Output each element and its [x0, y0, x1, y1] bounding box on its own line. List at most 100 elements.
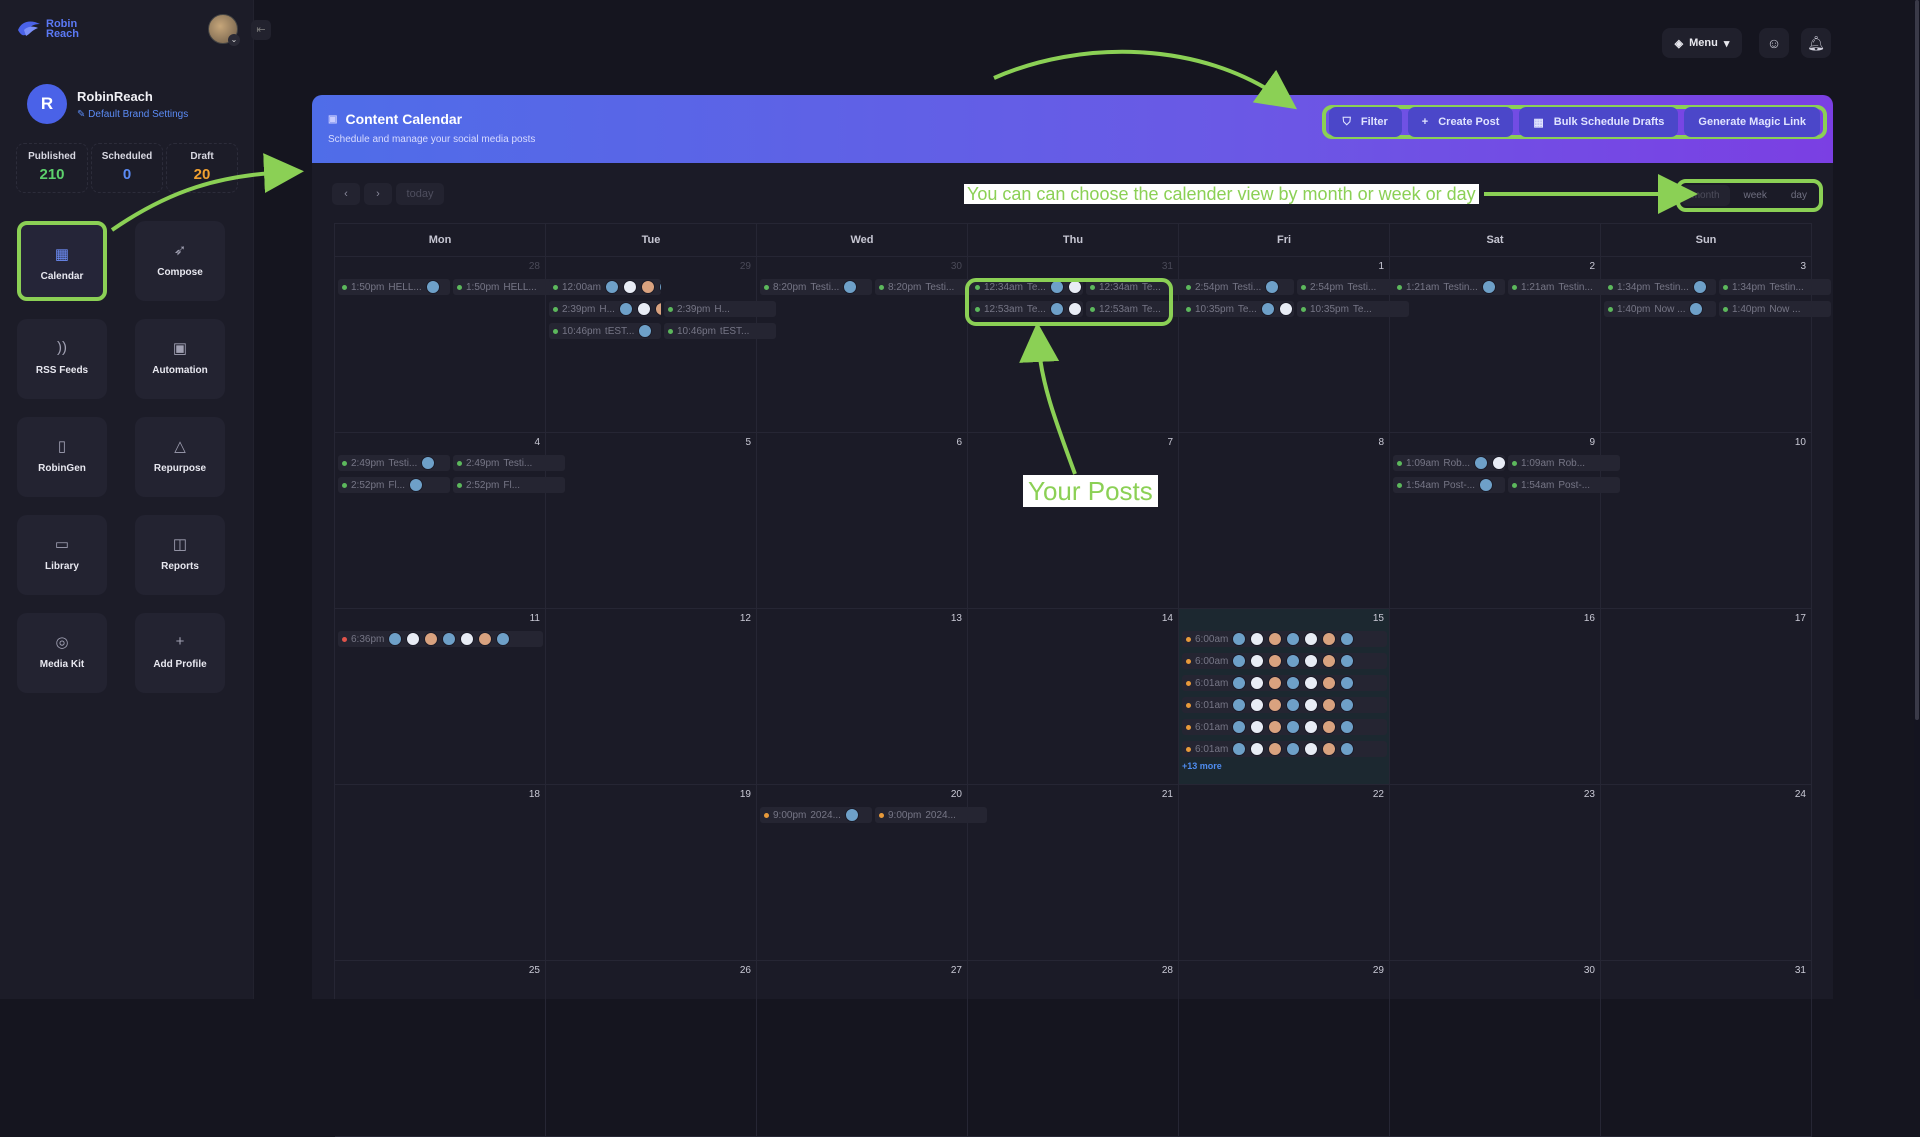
- day-cell[interactable]: 30: [1390, 961, 1601, 1137]
- calendar-event[interactable]: 2:39pm H...: [549, 301, 661, 317]
- next-button[interactable]: ›: [364, 183, 392, 205]
- chevron-down-icon: ▾: [1723, 37, 1730, 50]
- calendar-event[interactable]: 12:00am: [549, 279, 661, 295]
- day-cell[interactable]: 13: [757, 609, 968, 785]
- more-events-link[interactable]: +13 more: [1182, 761, 1222, 771]
- day-cell[interactable]: 14: [968, 609, 1179, 785]
- day-cell[interactable]: 9 1:09am Rob... 1:09am Rob... 1:54am Post-... 1…: [1390, 433, 1620, 609]
- calendar-event[interactable]: 6:00am: [1182, 631, 1387, 647]
- nav-tile-library[interactable]: ▭ Library: [17, 515, 107, 595]
- calendar-event[interactable]: 6:01am: [1182, 697, 1387, 713]
- generate-magic-link-button[interactable]: Generate Magic Link: [1684, 107, 1820, 137]
- day-number: 8: [1378, 437, 1384, 448]
- calendar-event[interactable]: 2:54pm Testi...: [1182, 279, 1294, 295]
- day-cell[interactable]: 11 6:36pm: [335, 609, 546, 785]
- day-cell[interactable]: 18: [335, 785, 546, 961]
- event-title: Te...: [1237, 303, 1257, 315]
- calendar-event[interactable]: 1:21am Testin...: [1393, 279, 1505, 295]
- day-cell[interactable]: 1 2:54pm Testi... 2:54pm Testi... 10:35pm Te..…: [1179, 257, 1409, 433]
- calendar-event[interactable]: 1:54am Post-...: [1393, 477, 1505, 493]
- account-avatar-icon: [1340, 676, 1355, 690]
- bell-icon[interactable]: 🔔︎: [1801, 28, 1831, 58]
- day-cell[interactable]: 26: [546, 961, 757, 1137]
- nav-tile-compose[interactable]: ➶ Compose: [135, 221, 225, 301]
- create-post-button[interactable]: + Create Post: [1407, 107, 1514, 137]
- collapse-sidebar-icon[interactable]: ⇤: [251, 20, 271, 40]
- day-cell[interactable]: 30 8:20pm Testi... 8:20pm Testi...: [757, 257, 987, 433]
- calendar-event[interactable]: 6:01am: [1182, 675, 1387, 691]
- calendar-event[interactable]: 6:01am: [1182, 719, 1387, 735]
- nav-tile-automation[interactable]: ▣ Automation: [135, 319, 225, 399]
- prev-button[interactable]: ‹: [332, 183, 360, 205]
- view-day-button[interactable]: day: [1781, 185, 1817, 206]
- calendar-event[interactable]: 2:49pm Testi...: [338, 455, 450, 471]
- day-cell[interactable]: 12: [546, 609, 757, 785]
- day-cell[interactable]: 17: [1601, 609, 1812, 785]
- scrollbar-thumb[interactable]: [1915, 0, 1919, 720]
- calendar-event[interactable]: 6:00am: [1182, 653, 1387, 669]
- day-cell[interactable]: 15 6:00am 6:00am 6:01am 6:01am 6:01am 6:01am +1…: [1179, 609, 1390, 785]
- day-cell[interactable]: 16: [1390, 609, 1601, 785]
- event-title: Post-...: [1443, 479, 1476, 491]
- day-cell[interactable]: 21: [968, 785, 1179, 961]
- nav-tile-robingen[interactable]: ▯ RobinGen: [17, 417, 107, 497]
- nav-tile-rss-feeds[interactable]: )) RSS Feeds: [17, 319, 107, 399]
- bulk-schedule-drafts-button[interactable]: ▦ Bulk Schedule Drafts: [1519, 107, 1679, 137]
- brand-settings-link[interactable]: ✎ Default Brand Settings: [77, 109, 188, 120]
- chat-icon[interactable]: ☺: [1759, 28, 1789, 58]
- nav-tile-reports[interactable]: ◫ Reports: [135, 515, 225, 595]
- day-cell[interactable]: 24: [1601, 785, 1812, 961]
- user-avatar[interactable]: ⌄: [208, 14, 240, 46]
- nav-tile-repurpose[interactable]: △ Repurpose: [135, 417, 225, 497]
- day-cell[interactable]: 3 1:34pm Testin... 1:34pm Testin... 1:40pm Now…: [1601, 257, 1831, 433]
- calendar-event[interactable]: 2:52pm Fl...: [338, 477, 450, 493]
- calendar-event[interactable]: 8:20pm Testi...: [760, 279, 872, 295]
- day-cell[interactable]: 5: [546, 433, 757, 609]
- calendar-event[interactable]: 10:46pm tEST...: [549, 323, 661, 339]
- logo[interactable]: Robin Reach: [16, 18, 86, 40]
- calendar-event[interactable]: 9:00pm 2024...: [760, 807, 872, 823]
- calendar-icon: ▣: [328, 113, 338, 125]
- calendar-event[interactable]: 6:01am: [1182, 741, 1387, 757]
- event-time: 9:00pm: [773, 809, 807, 821]
- nav-tile-add-profile[interactable]: + Add Profile: [135, 613, 225, 693]
- event-time: 1:54am: [1521, 479, 1555, 491]
- nav-tile-media-kit[interactable]: ◎ Media Kit: [17, 613, 107, 693]
- day-cell[interactable]: 7: [968, 433, 1179, 609]
- day-cell[interactable]: 23: [1390, 785, 1601, 961]
- day-cell[interactable]: 31: [1601, 961, 1812, 1137]
- filter-button[interactable]: ⛉ Filter: [1328, 107, 1402, 137]
- day-cell[interactable]: 22: [1179, 785, 1390, 961]
- calendar-event[interactable]: 1:34pm Testin...: [1719, 279, 1831, 295]
- calendar-event[interactable]: 1:09am Rob...: [1393, 455, 1505, 471]
- account-avatar-icon: [1286, 632, 1301, 646]
- menu-button[interactable]: ◈ Menu ▾: [1662, 28, 1742, 58]
- day-cell[interactable]: 10: [1601, 433, 1812, 609]
- today-button[interactable]: today: [396, 183, 444, 205]
- day-cell[interactable]: 29: [1179, 961, 1390, 1137]
- day-cell[interactable]: 4 2:49pm Testi... 2:49pm Testi... 2:52pm Fl...…: [335, 433, 565, 609]
- day-cell[interactable]: 2 1:21am Testin... 1:21am Testin...: [1390, 257, 1620, 433]
- scrollbar[interactable]: [1914, 0, 1920, 999]
- day-cell[interactable]: 8: [1179, 433, 1390, 609]
- calendar-event[interactable]: 10:35pm Te...: [1182, 301, 1294, 317]
- day-cell[interactable]: 28 1:50pm HELL... 1:50pm HELL...: [335, 257, 565, 433]
- nav-tile-calendar[interactable]: ▦ Calendar: [17, 221, 107, 301]
- day-cell[interactable]: 29 12:00am 2:39pm H... 2:39pm H... 10:46pm tEST…: [546, 257, 776, 433]
- button-label: Bulk Schedule Drafts: [1553, 116, 1665, 128]
- calendar-event[interactable]: 6:36pm: [338, 631, 543, 647]
- calendar-event[interactable]: 1:50pm HELL...: [338, 279, 450, 295]
- day-cell[interactable]: 27: [757, 961, 968, 1137]
- day-cell[interactable]: 19: [546, 785, 757, 961]
- day-cell[interactable]: 6: [757, 433, 968, 609]
- recycle-icon: △: [174, 438, 186, 455]
- calendar-event[interactable]: 1:34pm Testin...: [1604, 279, 1716, 295]
- calendar-event[interactable]: 1:40pm Now ...: [1719, 301, 1831, 317]
- day-cell[interactable]: 28: [968, 961, 1179, 1137]
- day-cell[interactable]: 20 9:00pm 2024... 9:00pm 2024...: [757, 785, 987, 961]
- view-week-button[interactable]: week: [1734, 185, 1777, 206]
- calendar-event[interactable]: 1:40pm Now ...: [1604, 301, 1716, 317]
- status-dot: [879, 812, 884, 818]
- day-cell[interactable]: 25: [335, 961, 546, 1137]
- view-month-button[interactable]: month: [1681, 185, 1730, 206]
